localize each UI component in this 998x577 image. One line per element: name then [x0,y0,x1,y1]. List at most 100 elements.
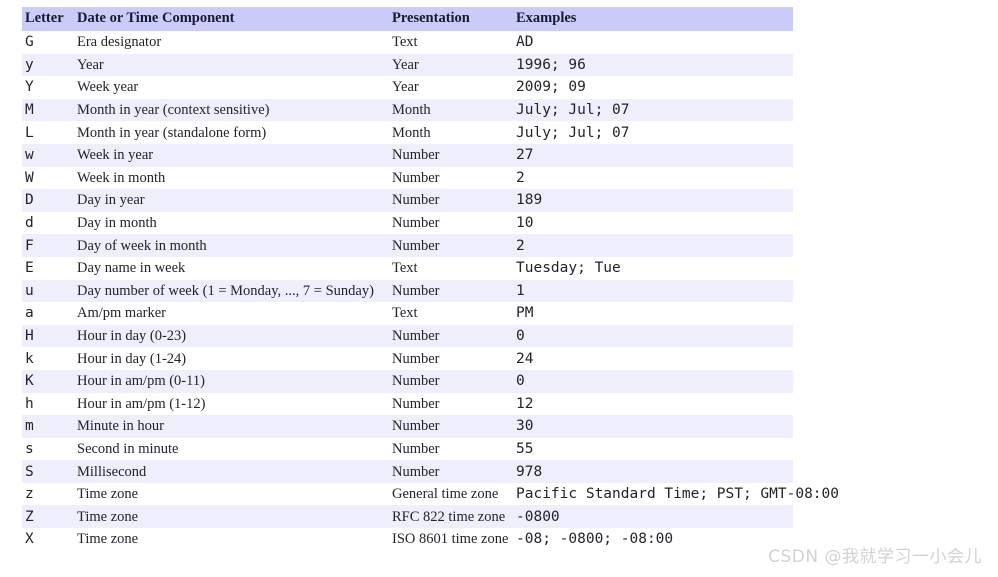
cell-letter: E [22,256,74,280]
cell-examples: July; Jul; 07 [513,121,793,144]
cell-component: Week in month [74,166,389,190]
cell-presentation: ISO 8601 time zone [389,528,513,551]
cell-letter: M [22,98,74,122]
cell-component: Day number of week (1 = Monday, ..., 7 =… [74,279,389,303]
cell-component: Week year [74,76,389,99]
cell-component: Day of week in month [74,234,389,257]
cell-letter: y [22,53,74,77]
cell-letter: W [22,166,74,190]
cell-component: Week in year [74,143,389,167]
cell-examples: 1996; 96 [513,53,793,77]
cell-examples: 10 [513,211,793,235]
table-row: d Day in month Number 10 [22,211,793,235]
table-row: D Day in year Number 189 [22,189,793,212]
cell-presentation: Number [389,211,513,235]
cell-component: Hour in day (1-24) [74,347,389,370]
cell-examples: 0 [513,369,793,393]
cell-presentation: Number [389,369,513,393]
cell-presentation: RFC 822 time zone [389,505,513,529]
cell-presentation: Year [389,53,513,77]
cell-examples: Pacific Standard Time; PST; GMT-08:00 [513,482,839,506]
cell-letter: H [22,324,74,348]
cell-component: Millisecond [74,460,389,483]
cell-presentation: Number [389,324,513,348]
cell-letter: w [22,143,74,167]
cell-component: Era designator [74,31,389,54]
table-row: w Week in year Number 27 [22,143,793,167]
cell-letter: z [22,482,74,506]
cell-letter: L [22,121,74,144]
cell-letter: D [22,189,74,212]
cell-examples: 1 [513,279,793,303]
csdn-watermark: CSDN @我就学习一小会儿 [768,547,982,567]
cell-letter: F [22,234,74,257]
cell-presentation: General time zone [389,482,513,506]
cell-presentation: Number [389,166,513,190]
cell-presentation: Month [389,98,513,122]
cell-letter: d [22,211,74,235]
cell-component: Minute in hour [74,415,389,438]
cell-examples: Tuesday; Tue [513,256,793,280]
cell-letter: m [22,415,74,438]
cell-presentation: Number [389,347,513,370]
table-row: u Day number of week (1 = Monday, ..., 7 … [22,279,793,303]
cell-component: Year [74,53,389,77]
cell-presentation: Number [389,392,513,416]
table-row: s Second in minute Number 55 [22,437,793,461]
cell-examples: 12 [513,392,793,416]
cell-component: Second in minute [74,437,389,461]
cell-presentation: Year [389,76,513,99]
cell-examples: -08; -0800; -08:00 [513,528,793,551]
table-row: m Minute in hour Number 30 [22,415,793,438]
cell-examples: 978 [513,460,793,483]
table-body: G Era designator Text AD y Year Year 1996; 96 Y W… [22,31,839,551]
cell-component: Month in year (context sensitive) [74,98,389,122]
cell-component: Day in year [74,189,389,212]
column-header-presentation: Presentation [389,7,513,31]
cell-component: Hour in day (0-23) [74,324,389,348]
table-row: h Hour in am/pm (1-12) Number 12 [22,392,793,416]
table-header: Letter Date or Time Component Presentati… [22,7,793,31]
cell-examples: 0 [513,324,793,348]
table-row: Y Week year Year 2009; 09 [22,76,793,99]
cell-presentation: Text [389,256,513,280]
column-header-component: Date or Time Component [74,7,389,31]
cell-presentation: Number [389,189,513,212]
cell-letter: k [22,347,74,370]
table-row: X Time zone ISO 8601 time zone -08; -0800; … [22,528,793,551]
table-header-row: Letter Date or Time Component Presentati… [22,7,793,31]
cell-letter: Z [22,505,74,529]
cell-examples: 2 [513,166,793,190]
cell-letter: X [22,528,74,551]
cell-letter: u [22,279,74,303]
table-row: W Week in month Number 2 [22,166,793,190]
cell-examples: 2009; 09 [513,76,793,99]
cell-presentation: Number [389,279,513,303]
cell-component: Day in month [74,211,389,235]
cell-examples: 189 [513,189,793,212]
cell-examples: 2 [513,234,793,257]
column-header-letter: Letter [22,7,74,31]
table-row: y Year Year 1996; 96 [22,53,793,77]
cell-presentation: Number [389,143,513,167]
cell-letter: a [22,302,74,325]
cell-presentation: Text [389,31,513,54]
cell-component: Hour in am/pm (0-11) [74,369,389,393]
cell-component: Time zone [74,528,389,551]
cell-letter: s [22,437,74,461]
cell-component: Time zone [74,505,389,529]
cell-presentation: Number [389,437,513,461]
cell-examples: 24 [513,347,793,370]
table-row: K Hour in am/pm (0-11) Number 0 [22,369,793,393]
cell-examples: PM [513,302,793,325]
table-row: H Hour in day (0-23) Number 0 [22,324,793,348]
table-row: S Millisecond Number 978 [22,460,793,483]
cell-presentation: Number [389,460,513,483]
table-row: z Time zone General time zone Pacific Stand… [22,482,839,506]
cell-presentation: Number [389,415,513,438]
cell-component: Am/pm marker [74,302,389,325]
table-row: E Day name in week Text Tuesday; Tue [22,256,793,280]
cell-examples: 27 [513,143,793,167]
cell-letter: S [22,460,74,483]
cell-component: Hour in am/pm (1-12) [74,392,389,416]
